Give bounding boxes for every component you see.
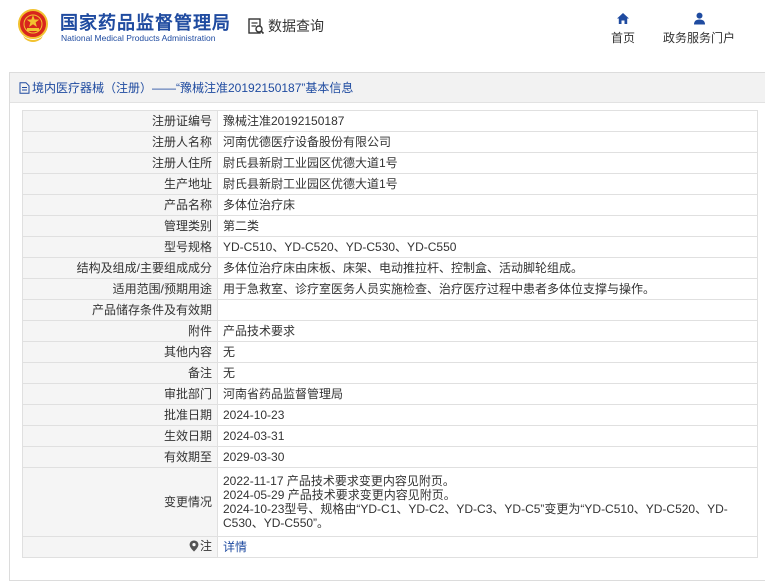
field-value: 2029-03-30 [217,446,758,468]
table-row: 型号规格 YD-C510、YD-C520、YD-C530、YD-C550 [22,236,758,258]
field-label: 有效期至 [22,446,218,468]
panel-title: 境内医疗器械（注册）——“豫械注准20192150187”基本信息 [32,81,354,95]
table-row: 管理类别 第二类 [22,215,758,237]
table-row: 生效日期 2024-03-31 [22,425,758,447]
nav-home[interactable]: 首页 [606,12,640,46]
field-label: 备注 [22,362,218,384]
table-row-note: 注 详情 [22,536,758,558]
field-value: 产品技术要求 [217,320,758,342]
field-value: 用于急救室、诊疗室医务人员实施检查、治疗医疗过程中患者多体位支撑与操作。 [217,278,758,300]
table-row: 附件 产品技术要求 [22,320,758,342]
table-row: 注册人住所 尉氏县新尉工业园区优德大道1号 [22,152,758,174]
change-entry: 2024-10-23型号、规格由“YD-C1、YD-C2、YD-C3、YD-C5… [223,502,728,530]
nav-portal-label: 政务服务门户 [662,31,735,45]
data-query-label: 数据查询 [268,18,324,34]
change-entry: 2022-11-17 产品技术要求变更内容见附页。 [223,474,455,488]
field-value: 无 [217,341,758,363]
field-value: 2024-10-23 [217,404,758,426]
national-emblem-icon [18,9,48,42]
note-label: 注 [199,539,212,553]
field-value: 无 [217,362,758,384]
field-label: 批准日期 [22,404,218,426]
org-name-cn: 国家药品监督管理局 [60,13,231,33]
field-label: 审批部门 [22,383,218,405]
table-row: 备注无 [22,362,758,384]
field-label: 注册人名称 [22,131,218,153]
table-row: 批准日期 2024-10-23 [22,404,758,426]
details-link[interactable]: 详情 [223,540,247,554]
field-value [217,299,758,321]
field-value: YD-C510、YD-C520、YD-C530、YD-C550 [217,236,758,258]
nav-home-label: 首页 [610,31,635,45]
field-label: 注册人住所 [22,152,218,174]
field-label: 型号规格 [22,236,218,258]
table-row: 结构及组成/主要组成成分 多体位治疗床由床板、床架、电动推拉杆、控制盒、活动脚轮组… [22,257,758,279]
table-row: 产品名称 多体位治疗床 [22,194,758,216]
table-row-changes: 变更情况 2022-11-17 产品技术要求变更内容见附页。 2024-05-2… [22,467,758,537]
note-label-cell: 注 [22,536,218,558]
change-entry: 2024-05-29 产品技术要求变更内容见附页。 [223,488,456,502]
field-label: 结构及组成/主要组成成分 [22,257,218,279]
table-row: 产品储存条件及有效期 [22,299,758,321]
table-row: 其他内容无 [22,341,758,363]
field-label: 产品储存条件及有效期 [22,299,218,321]
field-value: 多体位治疗床由床板、床架、电动推拉杆、控制盒、活动脚轮组成。 [217,257,758,279]
field-label: 生效日期 [22,425,218,447]
table-row: 适用范围/预期用途 用于急救室、诊疗室医务人员实施检查、治疗医疗过程中患者多体位支… [22,278,758,300]
field-value: 河南省药品监督管理局 [217,383,758,405]
data-query-link[interactable]: 数据查询 [247,16,324,36]
field-value: 河南优德医疗设备股份有限公司 [217,131,758,153]
field-value: 2024-03-31 [217,425,758,447]
nav-service-portal[interactable]: 政务服务门户 [658,12,740,46]
info-table: 注册证编号 豫械注准20192150187 注册人名称 河南优德医疗设备股份有限公司… [22,110,758,558]
panel-title-bar: 境内医疗器械（注册）——“豫械注准20192150187”基本信息 [10,73,765,103]
home-icon [617,13,629,24]
field-label: 其他内容 [22,341,218,363]
org-name-en: National Medical Products Administration [61,33,216,43]
field-label: 管理类别 [22,215,218,237]
field-label: 附件 [22,320,218,342]
table-row: 审批部门 河南省药品监督管理局 [22,383,758,405]
field-label: 注册证编号 [22,110,218,132]
field-value: 第二类 [217,215,758,237]
document-icon [19,81,30,94]
field-label: 产品名称 [22,194,218,216]
field-value: 尉氏县新尉工业园区优德大道1号 [217,152,758,174]
table-row: 生产地址 尉氏县新尉工业园区优德大道1号 [22,173,758,195]
table-row: 注册证编号 豫械注准20192150187 [22,110,758,132]
field-label: 适用范围/预期用途 [22,278,218,300]
user-icon [693,12,705,25]
field-value: 多体位治疗床 [217,194,758,216]
data-query-icon [248,18,265,35]
site-header: 国家药品监督管理局 National Medical Products Admi… [0,0,765,62]
note-value-cell: 详情 [217,536,758,558]
table-row: 有效期至 2029-03-30 [22,446,758,468]
field-value: 尉氏县新尉工业园区优德大道1号 [217,173,758,195]
field-label: 生产地址 [22,173,218,195]
location-pin-icon [189,540,199,552]
field-label: 变更情况 [22,467,218,537]
field-value: 豫械注准20192150187 [217,110,758,132]
table-row: 注册人名称 河南优德医疗设备股份有限公司 [22,131,758,153]
change-history: 2022-11-17 产品技术要求变更内容见附页。 2024-05-29 产品技… [217,467,758,537]
detail-panel: 境内医疗器械（注册）——“豫械注准20192150187”基本信息 注册证编号豫… [9,72,765,581]
